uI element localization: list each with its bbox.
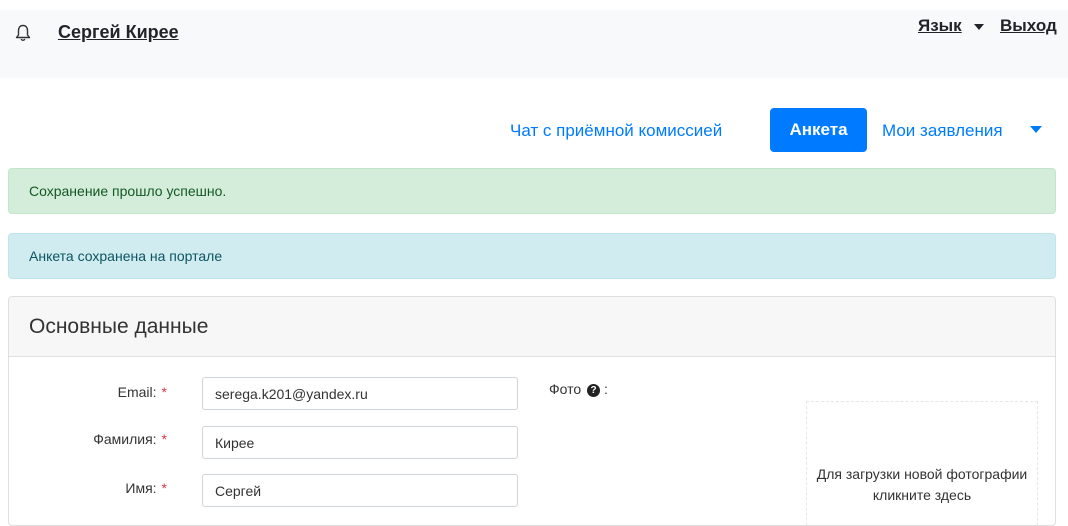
nav-anketa-active[interactable]: Анкета xyxy=(770,108,867,152)
photo-label-suffix: : xyxy=(603,381,608,397)
name-field[interactable] xyxy=(202,474,518,507)
top-navbar: Сергей Кирее Язык Выход xyxy=(0,10,1068,78)
required-mark: * xyxy=(161,480,167,496)
language-dropdown[interactable]: Язык xyxy=(918,16,962,36)
name-label-text: Имя: xyxy=(125,480,157,496)
email-label-text: Email: xyxy=(117,384,157,400)
question-circle-icon[interactable]: ? xyxy=(587,383,601,397)
logout-link[interactable]: Выход xyxy=(1000,16,1057,36)
card-header: Основные данные xyxy=(9,297,1055,357)
bell-icon[interactable] xyxy=(15,24,31,42)
surname-field[interactable] xyxy=(202,426,518,459)
name-label: Имя: * xyxy=(125,480,167,496)
surname-label: Фамилия: * xyxy=(93,431,167,447)
success-alert: Сохранение прошло успешно. xyxy=(8,168,1056,214)
required-mark: * xyxy=(161,384,167,400)
email-field[interactable] xyxy=(202,377,518,410)
info-alert: Анкета сохранена на портале xyxy=(8,233,1056,279)
photo-label: Фото ? : xyxy=(549,381,608,397)
user-profile-link[interactable]: Сергей Кирее xyxy=(58,22,179,43)
photo-label-text: Фото xyxy=(549,381,582,397)
card-title: Основные данные xyxy=(29,314,209,338)
info-alert-text: Анкета сохранена на портале xyxy=(29,248,223,264)
caret-down-icon[interactable] xyxy=(974,24,984,30)
main-data-card: Основные данные Email:* Фамилия:* Имя:* … xyxy=(8,296,1056,526)
caret-down-icon[interactable] xyxy=(1030,126,1042,133)
required-mark: * xyxy=(161,431,167,447)
photo-upload-hint[interactable]: Для загрузки новой фотографии кликните з… xyxy=(807,464,1037,506)
email-label: Email: * xyxy=(118,384,167,400)
success-alert-text: Сохранение прошло успешно. xyxy=(29,183,227,199)
nav-applications-dropdown[interactable]: Мои заявления xyxy=(882,121,1003,141)
surname-label-text: Фамилия: xyxy=(93,431,157,447)
nav-chat-link[interactable]: Чат с приёмной комиссией xyxy=(510,121,722,141)
photo-upload-area[interactable]: Для загрузки новой фотографии кликните з… xyxy=(806,401,1038,525)
